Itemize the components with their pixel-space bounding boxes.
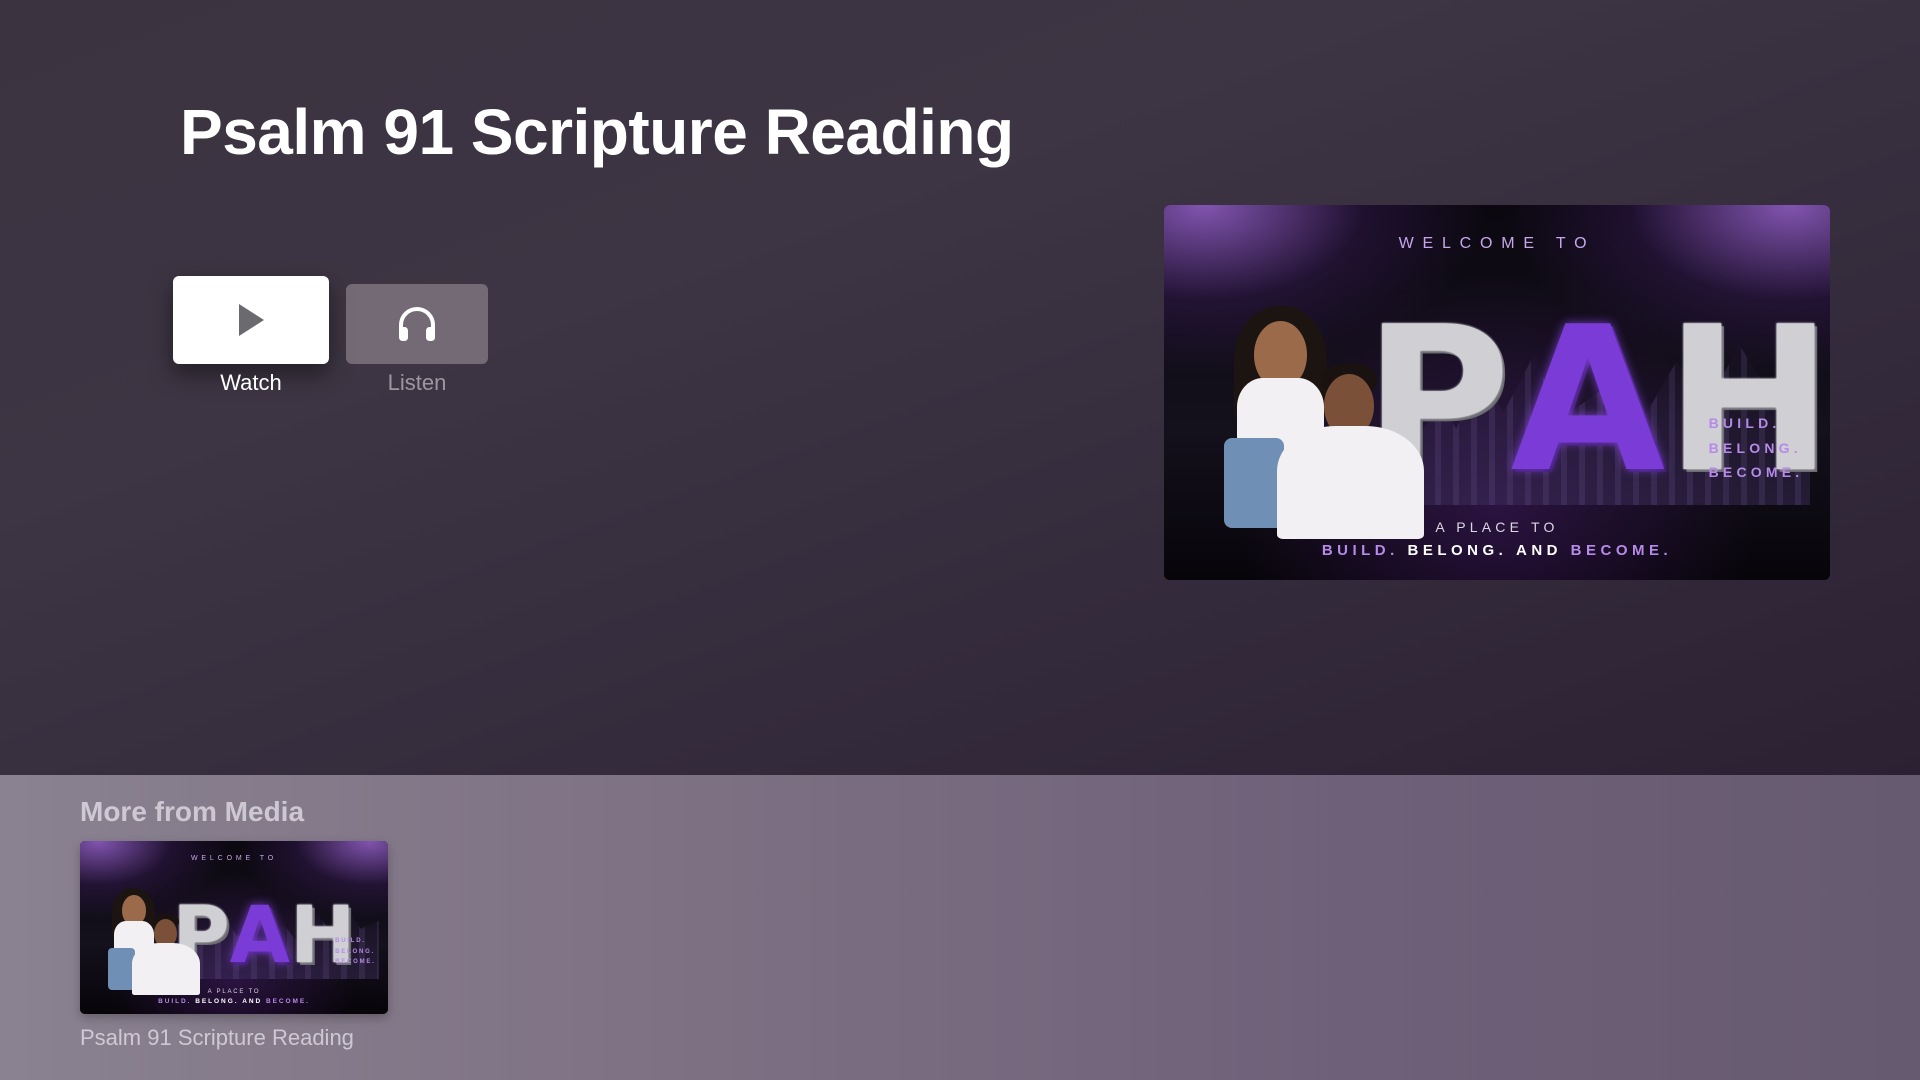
bottom-become: BECOME. xyxy=(1570,542,1673,560)
woman-jeans xyxy=(1223,437,1284,528)
listen-button[interactable] xyxy=(346,284,488,364)
thumbnail-man-shirt xyxy=(132,943,201,995)
thumbnail-tagline-build: BUILD. xyxy=(335,938,366,945)
thumbnail-tagline: BUILD. BELONG. BECOME. xyxy=(335,936,376,968)
bottom-belong: BELONG. xyxy=(1407,542,1508,560)
headphones-icon xyxy=(399,307,435,341)
shelf-item-label: Psalm 91 Scripture Reading xyxy=(80,1025,354,1050)
artwork-bottom-line-2: BUILD. BELONG. AND BECOME. xyxy=(1164,542,1830,559)
thumbnail-tagline-become: BECOME. xyxy=(335,959,376,966)
more-from-media-shelf: More from Media WELCOME TO P A H BUILD. … xyxy=(0,775,1920,1080)
shelf-title: More from Media xyxy=(80,796,305,827)
hero-artwork: WELCOME TO P A H BUILD. BELONG. BECOME. … xyxy=(1164,205,1830,580)
artwork-graphic: WELCOME TO P A H BUILD. BELONG. BECOME. … xyxy=(1164,205,1830,580)
thumbnail-bottom-line-1: A PLACE TO xyxy=(207,988,261,995)
bottom-build: BUILD. xyxy=(1321,542,1399,560)
thumbnail-bottom-belong: BELONG. xyxy=(195,998,239,1006)
bottom-and: AND xyxy=(1516,542,1562,560)
listen-label: Listen xyxy=(387,370,447,395)
tagline-become: BECOME. xyxy=(1708,464,1804,481)
thumbnail-bottom-line-2: BUILD. BELONG. AND BECOME. xyxy=(80,998,388,1005)
play-icon xyxy=(239,304,264,336)
thumbnail-tagline-belong: BELONG. xyxy=(335,948,376,955)
thumbnail-artwork: WELCOME TO P A H BUILD. BELONG. BECOME. … xyxy=(80,841,388,1014)
tagline-belong: BELONG. xyxy=(1708,439,1802,456)
artwork-tagline: BUILD. BELONG. BECOME. xyxy=(1709,411,1804,485)
page-title: Psalm 91 Scripture Reading xyxy=(180,96,1014,168)
watch-label: Watch xyxy=(220,370,282,395)
thumbnail-letter-a: A xyxy=(229,891,290,982)
thumbnail-bottom-become: BECOME. xyxy=(265,998,310,1006)
shelf-item-thumbnail[interactable]: WELCOME TO P A H BUILD. BELONG. BECOME. … xyxy=(80,841,388,1014)
tagline-build: BUILD. xyxy=(1708,415,1781,432)
watch-button[interactable] xyxy=(173,276,329,364)
thumbnail-bottom-and: AND xyxy=(242,998,263,1006)
thumbnail-woman-jeans xyxy=(107,948,136,990)
artwork-bottom-line-1: A PLACE TO xyxy=(1435,519,1559,535)
thumbnail-bottom-build: BUILD. xyxy=(158,998,192,1006)
logo-letter-a: A xyxy=(1510,283,1666,517)
